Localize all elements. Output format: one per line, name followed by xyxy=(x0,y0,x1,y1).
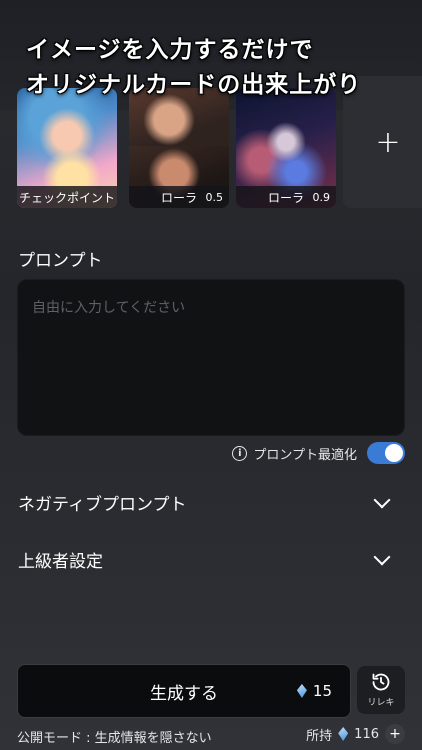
lora-caption-1: ローラ 0.5 xyxy=(129,186,229,208)
info-icon[interactable]: i xyxy=(232,445,248,461)
advanced-settings-row[interactable]: 上級者設定 xyxy=(18,547,394,572)
lora-label-2: ローラ xyxy=(267,190,304,205)
gem-icon xyxy=(338,727,349,741)
negative-prompt-row[interactable]: ネガティブプロンプト xyxy=(18,490,394,515)
generate-cost-value: 15 xyxy=(312,682,332,700)
chevron-down-icon xyxy=(373,548,391,565)
gem-icon xyxy=(296,684,307,698)
plus-icon: + xyxy=(389,726,401,742)
prompt-input[interactable] xyxy=(18,280,404,435)
optimize-label: プロンプト最適化 xyxy=(253,447,357,463)
chevron-down-icon xyxy=(373,491,391,508)
prompt-optimize-row: i プロンプト最適化 xyxy=(232,442,405,464)
checkpoint-label: チェックポイント xyxy=(18,190,115,205)
model-selector: チェックポイント ローラ 0.5 ローラ 0.9 + xyxy=(17,76,422,210)
balance-label: 所持 xyxy=(306,728,333,744)
checkpoint-card[interactable]: チェックポイント xyxy=(17,88,117,208)
generate-cost: 15 xyxy=(296,682,332,700)
prompt-box xyxy=(17,279,405,436)
history-label: リレキ xyxy=(367,698,395,708)
history-button[interactable]: リレキ xyxy=(357,666,405,714)
generate-label: 生成する xyxy=(150,683,218,704)
balance: 所持 116 + xyxy=(306,724,405,744)
add-balance-button[interactable]: + xyxy=(385,724,405,744)
advanced-settings-label: 上級者設定 xyxy=(18,552,103,572)
lora-caption-2: ローラ 0.9 xyxy=(236,186,336,208)
generate-button[interactable]: 生成する 15 xyxy=(17,664,351,718)
lora-weight-1: 0.5 xyxy=(205,190,224,204)
checkpoint-caption: チェックポイント xyxy=(17,186,117,208)
banner-headline-2: オリジナルカードの出来上がり xyxy=(26,72,362,98)
prompt-label: プロンプト xyxy=(18,251,103,271)
negative-prompt-label: ネガティブプロンプト xyxy=(18,495,187,515)
toggle-knob xyxy=(385,444,403,462)
plus-icon: + xyxy=(375,124,401,160)
lora-label-1: ローラ xyxy=(160,190,197,205)
lora-card-1[interactable]: ローラ 0.5 xyxy=(129,88,229,208)
banner-headline-1: イメージを入力するだけで xyxy=(26,37,314,63)
lora-card-2[interactable]: ローラ 0.9 xyxy=(236,88,336,208)
history-icon xyxy=(372,673,390,691)
balance-value: 116 xyxy=(354,726,379,742)
public-mode-text[interactable]: 公開モード : 生成情報を隠さない xyxy=(17,727,212,746)
optimize-toggle[interactable] xyxy=(367,442,405,464)
lora-weight-2: 0.9 xyxy=(312,190,331,204)
